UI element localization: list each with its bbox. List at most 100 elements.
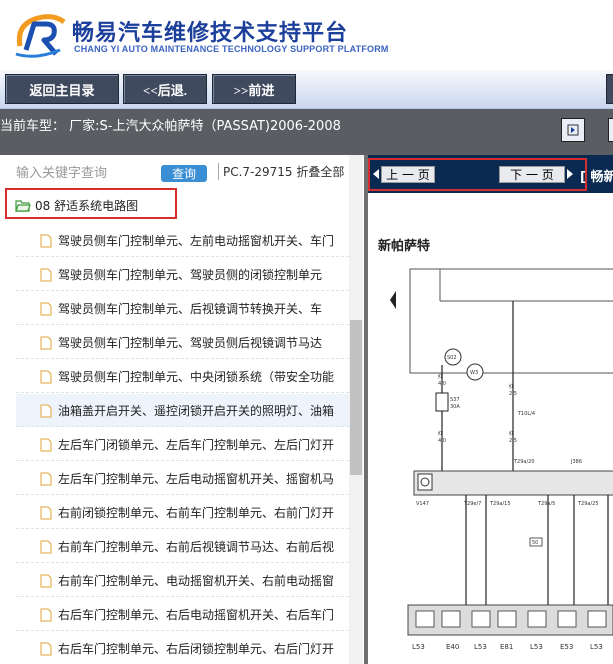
tree-item-label: 驾驶员侧车门控制单元、驾驶员侧后视镜调节马达 — [58, 336, 323, 350]
wire-size-label: 4.0 — [438, 438, 446, 444]
document-icon — [40, 540, 52, 554]
connector-label: T29a/15 — [489, 501, 511, 507]
panel-extra-button[interactable] — [608, 118, 613, 142]
search-input[interactable] — [14, 163, 158, 183]
document-icon — [40, 608, 52, 622]
tree-item-label: 左后车门闭锁单元、左后车门控制单元、左后门灯开 — [58, 438, 335, 452]
forward-button[interactable]: >>前进 — [212, 74, 296, 104]
wire-size-label: 2.5 — [509, 391, 517, 397]
component-label: L53 — [412, 643, 425, 651]
tree-item-label: 右后车门控制单元、右后电动摇窗机开关、右后车门 — [58, 608, 335, 622]
fuse-amp-label: 30A — [450, 404, 460, 410]
switch-element — [557, 610, 577, 628]
wire-size-label: 4.0 — [438, 381, 446, 387]
prev-arrow-icon[interactable] — [373, 169, 379, 179]
next-arrow-icon[interactable] — [567, 169, 573, 179]
tree-item[interactable]: 左后车门控制单元、左后电动摇窗机开关、摇窗机马 — [16, 462, 349, 495]
tree-folder[interactable]: 08 舒适系统电路图 — [15, 195, 138, 215]
tree-item[interactable]: 右后车门控制单元、右后电动摇窗机开关、右后车门 — [16, 598, 349, 631]
diagram-title: 新帕萨特 — [378, 239, 431, 254]
nav-bar: 返回主目录 <<后退. >>前进 — [0, 70, 613, 109]
switch-element — [497, 610, 517, 628]
connector-label: W3 — [470, 370, 478, 376]
document-icon — [40, 302, 52, 316]
tree-item[interactable]: 驾驶员侧车门控制单元、驾驶员侧的闭锁控制单元 — [16, 258, 349, 291]
model-bar: 当前车型： 厂家:S-上汽大众帕萨特（PASSAT)2006-2008 — [0, 109, 613, 155]
tree-item[interactable]: 左后车门闭锁单元、左后车门控制单元、左后门灯开 — [16, 428, 349, 461]
connector-label: T10L/4 — [517, 411, 535, 417]
logo-icon — [15, 14, 66, 58]
connector-label: S02 — [447, 355, 457, 361]
component-label: E81 — [500, 643, 513, 651]
circuit-diagram: S02 W3 红 4.0 红 2.5 S37 30A T10L/4 红 4.0 … — [390, 268, 613, 651]
tree-item[interactable]: 驾驶员侧车门控制单元、驾驶员侧后视镜调节马达 — [16, 326, 349, 359]
component-label: L53 — [530, 643, 543, 651]
tree-panel: 查询 PC.7-29715 折叠全部 08 舒适系统电路图 驾驶员侧车门控制单元… — [0, 155, 364, 664]
switch-element — [415, 610, 435, 628]
document-icon — [40, 234, 52, 248]
component-label: E53 — [560, 643, 573, 651]
wire-size-label: 2.5 — [509, 438, 517, 444]
wire-tag-label: 50 — [532, 540, 538, 546]
nav-extra-button[interactable] — [606, 74, 613, 104]
search-button[interactable]: 查询 — [161, 165, 207, 182]
left-arrow-icon[interactable] — [390, 291, 396, 309]
tree-item[interactable]: 驾驶员侧车门控制单元、中央闭锁系统（带安全功能 — [16, 360, 349, 393]
tree-item-label: 驾驶员侧车门控制单元、后视镜调节转换开关、车 — [58, 302, 323, 316]
tree-scrollbar[interactable] — [349, 155, 363, 664]
tree-item-selected[interactable]: 油箱盖开启开关、遥控闭锁开启开关的照明灯、油箱 — [16, 394, 349, 427]
fuse-s37 — [435, 392, 449, 412]
main-menu-button[interactable]: 返回主目录 — [5, 74, 119, 104]
connector-label: T29a/25 — [577, 501, 599, 507]
switch-element — [441, 610, 461, 628]
tree-item[interactable]: 驾驶员侧车门控制单元、后视镜调节转换开关、车 — [16, 292, 349, 325]
wire-color-label: 红 — [438, 373, 443, 380]
folder-label: 08 舒适系统电路图 — [35, 198, 139, 213]
motor-v147 — [417, 473, 433, 491]
tree-item-label: 右前车门控制单元、右前后视镜调节马达、右前后视 — [58, 540, 335, 554]
next-page-button[interactable]: 下 一 页 — [499, 166, 565, 183]
current-model-text: 当前车型： 厂家:S-上汽大众帕萨特（PASSAT)2006-2008 — [0, 119, 341, 134]
tree-item-label: 左后车门控制单元、左后电动摇窗机开关、摇窗机马 — [58, 472, 335, 486]
switch-element — [471, 610, 491, 628]
component-label: E40 — [446, 643, 459, 651]
tree-item[interactable]: 右前车门控制单元、电动摇窗机开关、右前电动摇窗 — [16, 564, 349, 597]
module-label: J386 — [570, 459, 582, 465]
tree-item-label: 油箱盖开启开关、遥控闭锁开启开关的照明灯、油箱 — [58, 404, 335, 418]
toolbar-brand: [ 畅新 — [580, 170, 613, 185]
component-label: L53 — [590, 643, 603, 651]
tree-item-label: 右前闭锁控制单元、右前车门控制单元、右前门灯开 — [58, 506, 335, 520]
tree-item-label: 右后车门控制单元、右后闭锁控制单元、右后门灯开 — [58, 642, 335, 656]
motor-label: V147 — [416, 501, 429, 507]
document-icon — [40, 370, 52, 384]
tree-item[interactable]: 右前闭锁控制单元、右前车门控制单元、右前门灯开 — [16, 496, 349, 529]
wire-color-label: 红 — [509, 430, 514, 437]
panel-toggle-button[interactable] — [561, 118, 585, 142]
tree-item-label: 右前车门控制单元、电动摇窗机开关、右前电动摇窗 — [58, 574, 335, 588]
scroll-thumb[interactable] — [350, 320, 362, 475]
wire-color-label: 红 — [509, 383, 514, 390]
collapse-all-link[interactable]: PC.7-29715 折叠全部 — [218, 163, 344, 180]
document-icon — [40, 404, 52, 418]
diagram-panel: 上 一 页 下 一 页 [ 畅新 新帕萨特 S02 W3 红 4.0 红 2.5… — [368, 155, 613, 664]
switch-element — [527, 610, 547, 628]
connector-label: T29a/20 — [513, 459, 535, 465]
tree-item[interactable]: 右后车门控制单元、右后闭锁控制单元、右后门灯开 — [16, 632, 349, 664]
prev-page-button[interactable]: 上 一 页 — [381, 166, 435, 183]
fuse-label: S37 — [450, 397, 460, 403]
play-icon — [567, 124, 579, 136]
tree-item[interactable]: 右前车门控制单元、右前后视镜调节马达、右前后视 — [16, 530, 349, 563]
switch-element — [587, 610, 607, 628]
document-icon — [40, 438, 52, 452]
document-icon — [40, 472, 52, 486]
app-title: 畅易汽车维修技术支持平台 — [72, 21, 349, 46]
document-icon — [40, 268, 52, 282]
tree-item-label: 驾驶员侧车门控制单元、中央闭锁系统（带安全功能 — [58, 370, 335, 384]
document-icon — [40, 574, 52, 588]
component-label: L53 — [474, 643, 487, 651]
app-header: 畅易汽车维修技术支持平台 CHANG YI AUTO MAINTENANCE T… — [0, 0, 613, 70]
document-icon — [40, 642, 52, 656]
tree-item[interactable]: 驾驶员侧车门控制单元、左前电动摇窗机开关、车门 — [16, 224, 349, 257]
back-button[interactable]: <<后退. — [123, 74, 207, 104]
document-icon — [40, 506, 52, 520]
